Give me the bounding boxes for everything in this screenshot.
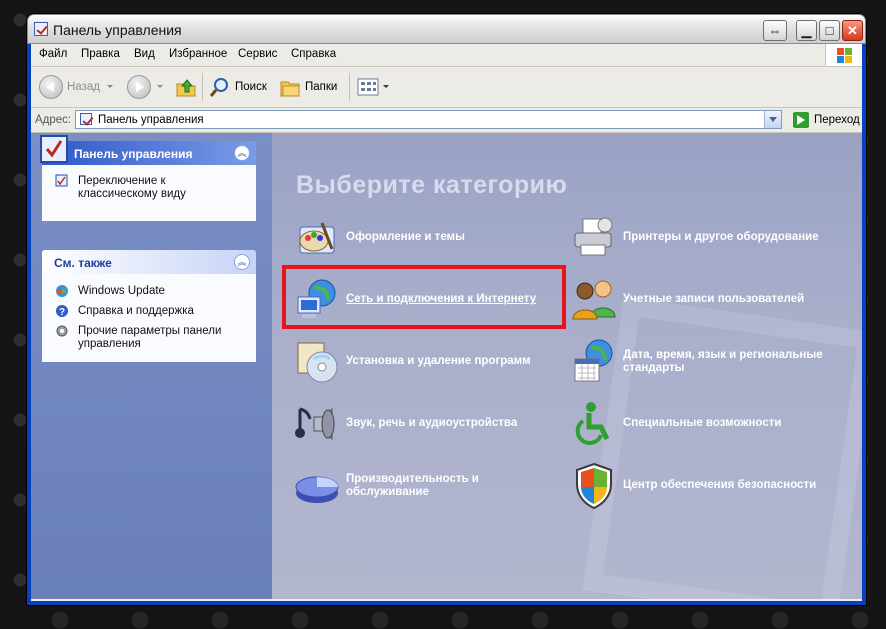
collapse-chevron-icon[interactable]: ︽: [234, 254, 250, 270]
go-button[interactable]: Переход: [814, 114, 860, 126]
menu-bar: Файл Правка Вид Избранное Сервис Справка: [31, 44, 862, 67]
highlight-box: [282, 265, 566, 329]
windows-logo-icon: [825, 44, 862, 66]
accessibility-icon: [575, 402, 610, 445]
close-button[interactable]: ✕: [842, 20, 863, 41]
page-title: Выберите категорию: [296, 171, 568, 199]
forward-dropdown-icon[interactable]: [157, 85, 163, 88]
up-folder-icon[interactable]: [175, 76, 197, 98]
address-label: Адрес:: [35, 114, 72, 126]
address-dropdown-icon[interactable]: [764, 111, 781, 128]
printer-icon: [574, 217, 613, 256]
sidebar-panel-title: См. также: [54, 256, 112, 270]
control-panel-icon: [34, 22, 48, 36]
category-label: Установка и удаление программ: [346, 355, 531, 367]
menu-favorites[interactable]: Избранное: [169, 48, 227, 60]
menu-edit[interactable]: Правка: [81, 48, 120, 60]
category-security-center[interactable]: Центр обеспечения безопасности: [569, 461, 819, 511]
category-label: Дата, время, язык и региональные стандар…: [623, 349, 823, 374]
folders-icon[interactable]: [279, 76, 301, 98]
title-bar[interactable]: Панель управления ⇔ ▁ □ ✕: [27, 14, 866, 44]
category-performance[interactable]: Производительность и обслуживание: [292, 461, 542, 511]
security-center-icon: [576, 462, 612, 510]
menu-tools[interactable]: Сервис: [238, 48, 277, 60]
category-label: Производительность и обслуживание: [346, 473, 479, 498]
performance-icon: [295, 476, 339, 503]
maximize-button[interactable]: □: [819, 20, 840, 41]
search-icon[interactable]: [209, 76, 231, 98]
address-bar: Адрес: Панель управления Переход: [31, 108, 862, 133]
window-bottom-border: [31, 599, 862, 601]
toolbar-separator: [349, 73, 350, 101]
sidebar-panel-header[interactable]: См. также ︽: [42, 250, 256, 274]
category-label: Звук, речь и аудиоустройства: [346, 417, 518, 429]
forward-arrow-icon[interactable]: [127, 75, 151, 99]
back-dropdown-icon[interactable]: [107, 85, 113, 88]
views-dropdown-icon[interactable]: [383, 85, 389, 88]
toolbar-separator: [202, 73, 203, 101]
users-icon: [572, 280, 616, 320]
menu-view[interactable]: Вид: [134, 48, 155, 60]
address-field[interactable]: Панель управления: [75, 110, 782, 129]
category-accessibility[interactable]: Специальные возможности: [569, 399, 819, 449]
sound-icon: [295, 407, 335, 441]
main-area: Выберите категорию Оформление и темы Сет…: [272, 133, 862, 599]
sidebar-link-classic-view[interactable]: Переключение к классическому виду: [78, 175, 228, 201]
category-label: Учетные записи пользователей: [623, 293, 805, 305]
sidebar-link-help[interactable]: Справка и поддержка: [78, 305, 194, 318]
category-label: Центр обеспечения безопасности: [623, 479, 817, 491]
back-arrow-icon[interactable]: [39, 75, 63, 99]
category-add-remove-programs[interactable]: Установка и удаление программ: [292, 337, 542, 387]
window: Панель управления ⇔ ▁ □ ✕ Файл Правка Ви…: [27, 14, 866, 605]
category-appearance[interactable]: Оформление и темы: [292, 213, 542, 263]
address-value: Панель управления: [98, 114, 204, 126]
date-time-icon: [574, 339, 613, 382]
search-button[interactable]: Поиск: [235, 81, 267, 93]
appearance-icon: [299, 222, 335, 254]
back-button[interactable]: Назад: [67, 81, 100, 93]
collapse-chevron-icon[interactable]: ︽: [234, 145, 250, 161]
control-panel-icon: [40, 135, 68, 163]
menu-file[interactable]: Файл: [39, 48, 67, 60]
restore-button[interactable]: ⇔: [763, 20, 787, 41]
sidebar-panel-control: Панель управления ︽ Переключение к класс…: [40, 135, 256, 221]
control-panel-icon: [80, 113, 92, 125]
sidebar-panel-title: Панель управления: [74, 147, 193, 161]
minimize-button[interactable]: ▁: [796, 20, 817, 41]
category-label: Специальные возможности: [623, 417, 782, 429]
sidebar: Панель управления ︽ Переключение к класс…: [31, 133, 272, 599]
sidebar-panel-see-also: См. также ︽ Windows Update ? Справка и п…: [42, 250, 256, 362]
window-title: Панель управления: [53, 22, 182, 38]
sidebar-panel-header[interactable]: Панель управления ︽: [40, 135, 256, 165]
category-sound[interactable]: Звук, речь и аудиоустройства: [292, 399, 542, 449]
folders-button[interactable]: Папки: [305, 81, 337, 93]
add-remove-programs-icon: [297, 342, 338, 383]
category-printers[interactable]: Принтеры и другое оборудование: [569, 213, 819, 263]
help-icon: ?: [56, 305, 68, 318]
go-arrow-icon[interactable]: [793, 112, 809, 128]
toolbar: Назад Поиск Папки: [31, 67, 862, 108]
menu-help[interactable]: Справка: [291, 48, 336, 60]
gear-icon: [56, 325, 68, 337]
category-date-time[interactable]: Дата, время, язык и региональные стандар…: [569, 337, 823, 387]
views-icon[interactable]: [357, 78, 379, 96]
sidebar-link-windows-update[interactable]: Windows Update: [78, 285, 165, 298]
category-user-accounts[interactable]: Учетные записи пользователей: [569, 275, 819, 325]
category-label: Оформление и темы: [346, 231, 465, 243]
windows-update-icon: [56, 285, 68, 297]
control-panel-icon: [55, 174, 68, 187]
svg-text:?: ?: [59, 307, 65, 318]
sidebar-link-other-options[interactable]: Прочие параметры панели управления: [78, 325, 238, 351]
category-label: Принтеры и другое оборудование: [623, 231, 819, 243]
